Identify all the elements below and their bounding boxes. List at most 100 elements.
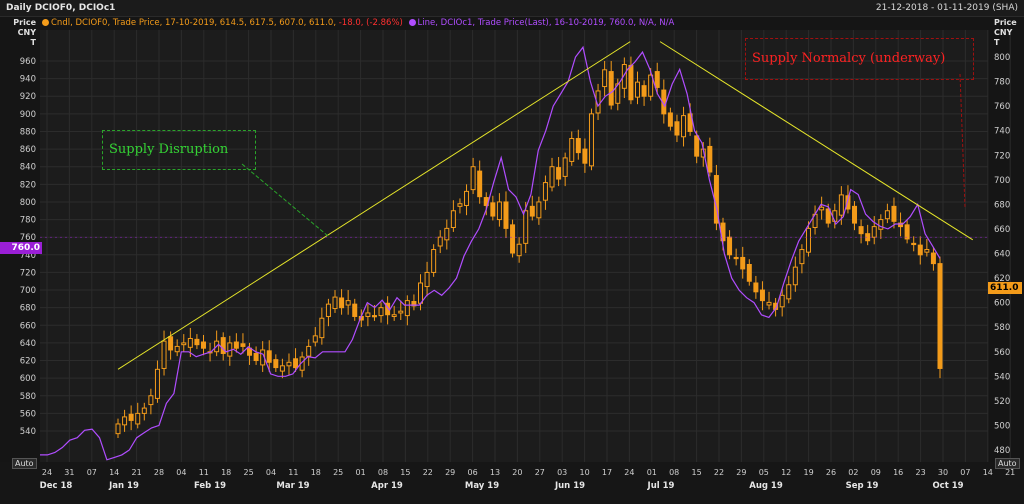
left-tick-label: 700: [20, 286, 36, 296]
right-tick-label: 800: [994, 53, 1010, 63]
left-tick-label: 840: [20, 163, 36, 173]
left-tick-label: 780: [20, 216, 36, 226]
candle-body: [536, 201, 542, 219]
candle-body: [332, 296, 338, 310]
left-tick-label: 620: [20, 357, 36, 367]
x-tick-label: 07: [960, 468, 970, 477]
x-tick-label: 05: [759, 468, 769, 477]
x-tick-label: 29: [445, 468, 455, 477]
right-tick-label: 500: [994, 421, 1010, 431]
candle-body: [753, 282, 759, 293]
right-tick-label: 700: [994, 176, 1010, 186]
candle-body: [792, 266, 798, 286]
candle-body: [154, 368, 160, 399]
candle-body: [187, 338, 193, 348]
candle-body: [273, 359, 279, 369]
candle-body: [431, 249, 437, 273]
x-tick-label: 20: [512, 468, 522, 477]
left-tick-label: 800: [20, 198, 36, 208]
x-tick-label: 04: [266, 468, 276, 477]
x-tick-label: 02: [848, 468, 858, 477]
x-tick-label: 03: [557, 468, 567, 477]
right-tick-label: 760: [994, 102, 1010, 112]
candle-body: [766, 301, 772, 306]
candle-body: [293, 358, 299, 369]
left-tick-label: 640: [20, 339, 36, 349]
x-tick-label: 16: [893, 468, 903, 477]
left-tick-label: 540: [20, 427, 36, 437]
candle-body: [733, 256, 739, 260]
x-tick-label: 01: [356, 468, 366, 477]
candle-body: [161, 340, 167, 369]
candle-body: [319, 317, 325, 339]
candle-body: [917, 244, 923, 256]
x-tick-label: 25: [333, 468, 343, 477]
x-tick-label: 17: [602, 468, 612, 477]
candle-body: [694, 135, 700, 157]
candle-body: [654, 71, 660, 88]
left-tick-label: 920: [20, 92, 36, 102]
candle-body: [805, 227, 811, 253]
auto-scale-button-right[interactable]: Auto: [995, 458, 1020, 469]
candle-body: [457, 203, 463, 207]
right-tick-label: 480: [994, 446, 1010, 456]
candle-body: [168, 336, 174, 351]
candle-body: [825, 208, 831, 224]
candle-body: [174, 345, 180, 353]
candle-body: [516, 243, 522, 257]
x-tick-label: 25: [244, 468, 254, 477]
candle-body: [779, 294, 785, 308]
candle-body: [930, 252, 936, 265]
x-month-label: Mar 19: [276, 481, 309, 491]
x-month-label: Apr 19: [371, 481, 403, 491]
candle-body: [542, 182, 548, 201]
candle-body: [312, 335, 318, 343]
right-axis-title: Price: [994, 18, 1017, 27]
x-month-label: Jun 19: [554, 481, 585, 491]
candle-body: [746, 264, 752, 282]
x-tick-label: 12: [781, 468, 791, 477]
candle-body: [562, 157, 568, 177]
x-month-label: Aug 19: [749, 481, 783, 491]
candle-body: [641, 85, 647, 97]
candle-body: [352, 303, 358, 317]
left-tick-label: 560: [20, 409, 36, 419]
candle-body: [937, 263, 943, 369]
left-tick-label: 960: [20, 57, 36, 67]
candle-body: [878, 219, 884, 230]
x-tick-label: 19: [804, 468, 814, 477]
x-tick-label: 29: [736, 468, 746, 477]
x-month-label: Dec 18: [40, 481, 73, 491]
candle-body: [832, 210, 838, 222]
x-tick-label: 14: [983, 468, 993, 477]
candle-body: [490, 202, 496, 217]
left-tick-label: 940: [20, 75, 36, 85]
left-tick-label: 900: [20, 110, 36, 120]
x-tick-label: 07: [87, 468, 97, 477]
x-tick-label: 23: [916, 468, 926, 477]
left-tick-label: 580: [20, 392, 36, 402]
right-tick-label: 540: [994, 372, 1010, 382]
candle-body: [122, 416, 128, 426]
x-tick-label: 08: [378, 468, 388, 477]
x-tick-label: 31: [64, 468, 74, 477]
candle-body: [194, 338, 200, 346]
candle-body: [819, 206, 825, 211]
annotation-text-disruption: Supply Disruption: [109, 142, 229, 157]
candle-body: [339, 297, 345, 309]
candle-body: [904, 224, 910, 240]
candle-body: [523, 210, 529, 244]
candle-body: [200, 341, 206, 349]
right-tick-label: 680: [994, 200, 1010, 210]
candle-body: [371, 315, 377, 318]
candle-body: [602, 69, 608, 88]
candle-body: [115, 423, 121, 435]
right-tick-label: 580: [994, 323, 1010, 333]
candle-body: [628, 64, 634, 101]
candle-body: [884, 210, 890, 220]
right-tick-label: 520: [994, 397, 1010, 407]
auto-scale-button-left[interactable]: Auto: [12, 458, 37, 469]
x-tick-label: 21: [1005, 468, 1015, 477]
candle-body: [233, 341, 239, 349]
candle-body: [266, 350, 272, 363]
